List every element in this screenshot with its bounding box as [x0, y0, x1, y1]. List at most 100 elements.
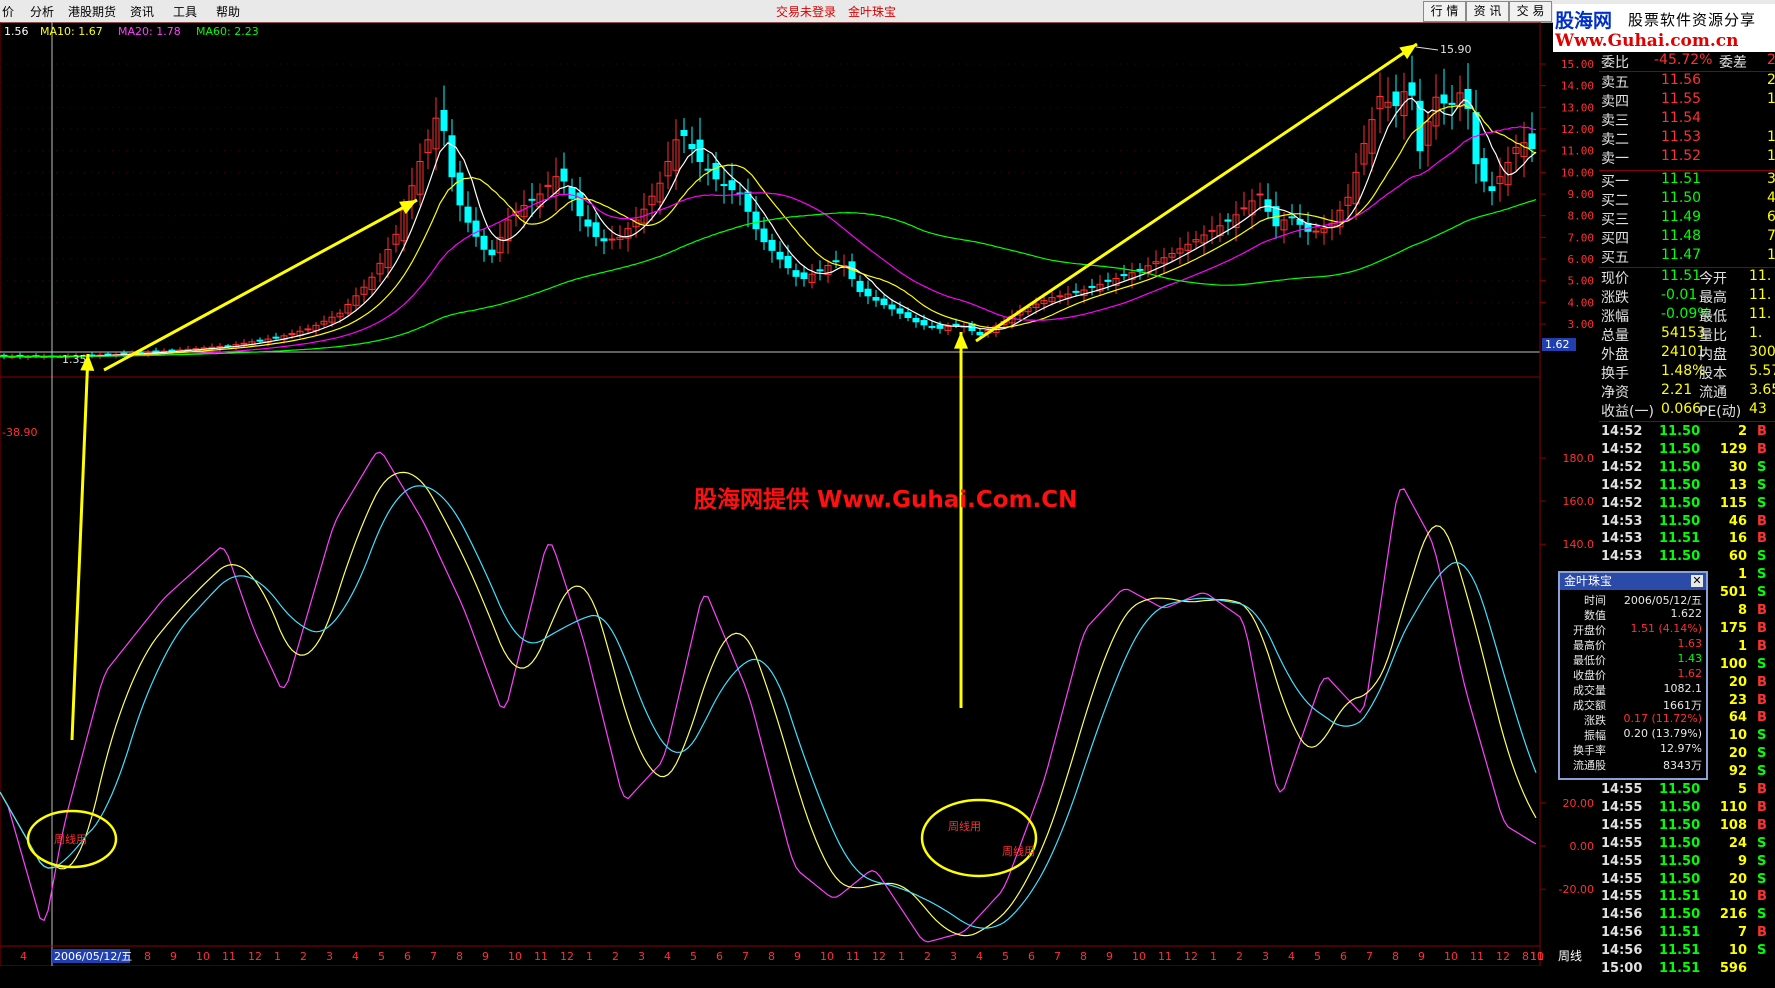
popup-row-label: 流通股: [1573, 759, 1606, 772]
candle-body: [1256, 193, 1264, 196]
popup-header[interactable]: 金叶珠宝 ✕: [1560, 573, 1706, 590]
ask-label: 卖一: [1601, 151, 1629, 167]
tick-side: B: [1757, 799, 1767, 815]
popup-row-label: 开盘价: [1573, 624, 1606, 637]
bar-info-popup[interactable]: 金叶珠宝 ✕ 时间 2006/05/12/五 数值 1.622 开盘价 1.51 (4.1…: [1558, 571, 1708, 780]
indicator-d-line: [0, 485, 1537, 929]
tick-price: 11.51: [1659, 943, 1701, 959]
popup-row: 收盘价 1.62: [1560, 667, 1706, 682]
bid-price: 11.49: [1661, 209, 1702, 225]
time-axis-label: 10: [196, 950, 210, 963]
bid-label: 买二: [1601, 193, 1629, 209]
tick-row: 14:52 11.50 13 S: [1599, 478, 1775, 496]
candle-body: [912, 317, 920, 323]
tick-volume: 13: [1728, 477, 1747, 493]
time-axis-label: 8: [768, 950, 775, 963]
tab-trade[interactable]: 交 易: [1509, 1, 1552, 22]
tab-news[interactable]: 资 讯: [1466, 1, 1509, 22]
time-axis-label: 11: [846, 950, 860, 963]
ask-price: 11.52: [1661, 148, 1702, 164]
tick-side: B: [1757, 925, 1767, 941]
popup-row-value: 1082.1: [1663, 682, 1703, 695]
tick-time: 14:52: [1601, 424, 1643, 439]
candle-body: [448, 135, 456, 178]
high-price-pointer: [1415, 46, 1439, 51]
candle-body: [832, 260, 840, 263]
candle-body: [728, 180, 736, 191]
stat-value: 11.: [1749, 268, 1772, 284]
price-axis-label: 11.00: [1561, 145, 1594, 158]
tick-volume: 30: [1728, 459, 1747, 475]
tick-side: B: [1757, 674, 1767, 690]
tick-time: 14:52: [1601, 495, 1643, 511]
tick-volume: 8: [1737, 603, 1747, 618]
tick-volume: 10: [1728, 943, 1747, 959]
stat-label: 内盘: [1699, 347, 1727, 363]
candle-body: [1104, 279, 1112, 282]
bid-label: 买四: [1601, 231, 1629, 247]
popup-row: 成交量 1082.1: [1560, 682, 1706, 697]
time-axis-label: 5: [378, 950, 385, 963]
tick-volume: 10: [1728, 728, 1747, 744]
popup-row-label: 最高价: [1573, 639, 1606, 652]
candle-body: [864, 288, 872, 297]
tick-volume: 20: [1728, 871, 1747, 887]
stat-row: 收益(一) 0.066 PE(动) 43: [1599, 401, 1775, 420]
tick-side: S: [1757, 764, 1767, 780]
panel-divider: [1599, 71, 1775, 72]
menu-item-tools[interactable]: 工具: [173, 3, 197, 20]
time-axis-label: 1: [1210, 950, 1217, 963]
time-axis-label: 4: [664, 950, 671, 963]
price-axis-label: 5.00: [1568, 275, 1595, 288]
tick-volume: 100: [1719, 656, 1747, 672]
popup-row-label: 涨跌: [1584, 714, 1606, 727]
time-axis-label: 8: [144, 950, 151, 963]
time-axis-label: 3: [1262, 950, 1269, 963]
close-icon[interactable]: ✕: [1691, 575, 1703, 587]
tick-price: 11.50: [1659, 835, 1701, 851]
stat-label: 涨幅: [1601, 309, 1629, 325]
tick-side: S: [1757, 728, 1767, 744]
stat-row: 涨幅 -0.09% 最低 11.: [1599, 306, 1775, 325]
tick-volume: 60: [1728, 549, 1747, 565]
price-axis-label: 10.00: [1561, 166, 1594, 179]
tick-side: S: [1757, 549, 1767, 565]
tick-time: 14:55: [1601, 871, 1643, 887]
menu-item-analysis[interactable]: 分析: [30, 3, 54, 20]
tick-volume: 1: [1737, 567, 1747, 583]
stat-row: 现价 11.51 今开 11.: [1599, 268, 1775, 287]
tick-price: 11.50: [1659, 513, 1701, 529]
candle-body: [1288, 216, 1296, 219]
trend-arrow-2-head: [1399, 44, 1417, 60]
menu-item-news[interactable]: 资讯: [130, 3, 154, 20]
popup-row: 数值 1.622: [1560, 607, 1706, 622]
menu-item-price[interactable]: 价: [2, 3, 14, 20]
candle-body: [1480, 158, 1488, 182]
tick-price: 11.50: [1659, 782, 1701, 797]
time-axis-label: 10: [1444, 950, 1458, 963]
popup-row-value: 1.622: [1670, 607, 1703, 620]
popup-row-value: 1661万: [1663, 699, 1702, 712]
price-marker-label: 1.62: [1545, 338, 1570, 351]
time-axis-label: 4: [20, 950, 27, 963]
tick-side: B: [1757, 531, 1767, 547]
time-axis-label: 9: [1418, 950, 1425, 963]
menu-item-help[interactable]: 帮助: [216, 3, 240, 20]
tick-volume: 20: [1728, 746, 1747, 762]
trend-arrow-1: [103, 198, 418, 372]
popup-row: 流通股 8343万: [1560, 757, 1706, 772]
time-axis-label: 9: [170, 950, 177, 963]
bid-volume: 3: [1767, 171, 1775, 187]
tick-volume: 5: [1737, 782, 1747, 797]
menu-item-hk-futures[interactable]: 港股期货: [68, 3, 116, 20]
bid-label: 买五: [1601, 250, 1629, 266]
tick-volume: 2: [1737, 424, 1747, 439]
ask-row: 卖二 11.53 1: [1599, 129, 1775, 148]
stat-value: 11.: [1749, 306, 1772, 322]
stat-label: 量比: [1699, 328, 1727, 344]
stat-value: 11.: [1749, 287, 1772, 303]
time-axis-label: 6: [1340, 950, 1347, 963]
stat-value: 11.51: [1661, 268, 1702, 284]
popup-row-value: 1.51 (4.14%): [1630, 622, 1702, 635]
tab-quotes[interactable]: 行 情: [1423, 1, 1466, 22]
